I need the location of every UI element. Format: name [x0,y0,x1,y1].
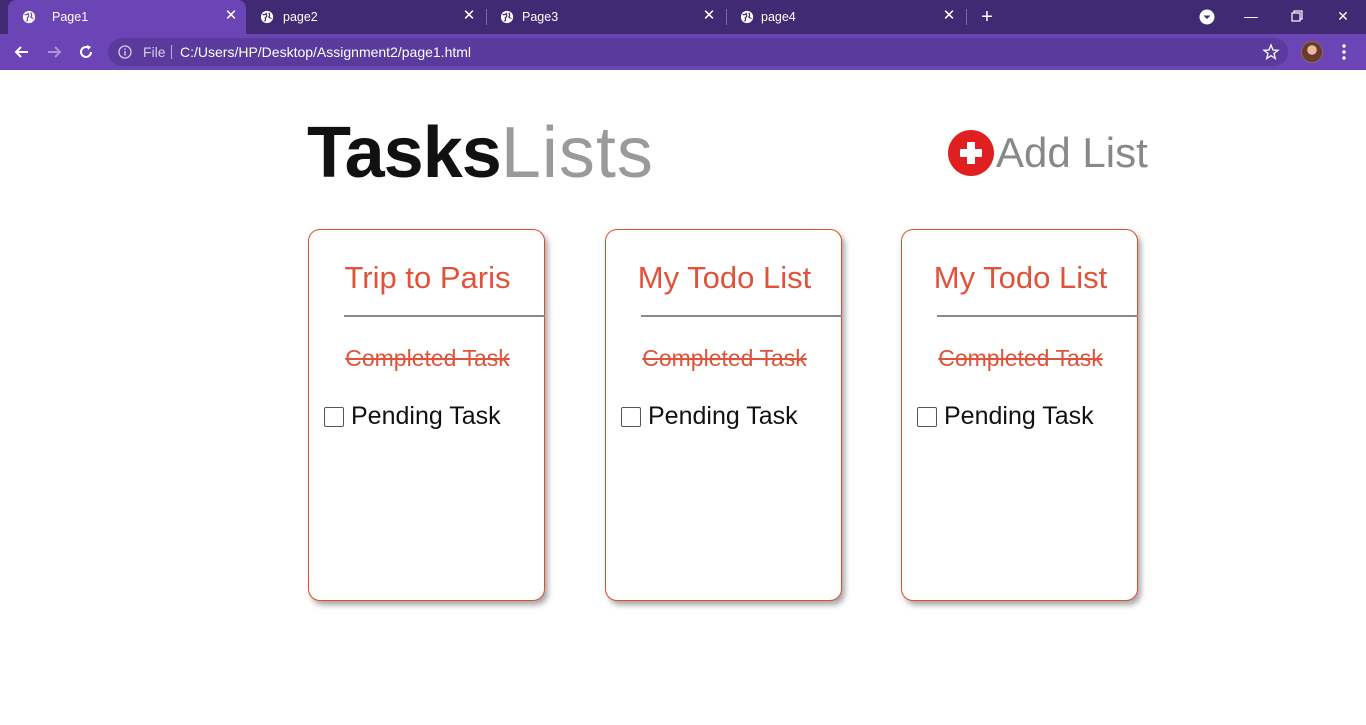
completed-task[interactable]: Completed Task [309,345,546,372]
tab-separator [966,9,967,25]
close-tab-icon[interactable]: ✕ [702,8,716,23]
tab-page4[interactable]: page4 ✕ [726,0,967,34]
new-tab-icon[interactable]: + [977,7,997,27]
close-tab-icon[interactable]: ✕ [224,8,238,23]
task-checkbox[interactable] [324,406,344,427]
pending-task-label: Pending Task [648,402,798,430]
browser-tab-strip: Page1 ✕ page2 ✕ Page3 ✕ page4 ✕ + — ✕ [0,0,1366,34]
plus-circle-icon[interactable] [948,130,994,176]
tab-title: page4 [761,10,796,24]
restore-icon[interactable] [1287,6,1307,26]
url-text[interactable]: C:/Users/HP/Desktop/Assignment2/page1.ht… [180,44,471,60]
kebab-menu-icon[interactable] [1336,43,1352,61]
window-close-icon[interactable]: ✕ [1333,6,1353,26]
address-bar[interactable]: File C:/Users/HP/Desktop/Assignment2/pag… [108,38,1288,66]
pending-task-label: Pending Task [944,402,1094,430]
title-tasks: Tasks [307,113,502,193]
list-card: My Todo List Completed Task Pending Task [605,229,842,601]
list-title: My Todo List [637,260,812,295]
completed-task[interactable]: Completed Task [902,345,1139,372]
list-card: My Todo List Completed Task Pending Task [901,229,1138,601]
close-tab-icon[interactable]: ✕ [942,8,956,23]
back-arrow-icon[interactable] [12,42,32,62]
profile-avatar[interactable] [1301,41,1323,63]
pending-task-item[interactable]: Pending Task [917,402,1094,431]
completed-task[interactable]: Completed Task [606,345,843,372]
list-title: My Todo List [933,260,1108,295]
address-separator [171,45,172,59]
globe-icon [500,10,514,24]
close-tab-icon[interactable]: ✕ [462,8,476,23]
list-card: Trip to Paris Completed Task Pending Tas… [308,229,545,601]
globe-icon [22,10,36,24]
list-title: Trip to Paris [344,260,511,295]
forward-arrow-icon[interactable] [44,42,64,62]
tab-title: page2 [283,10,318,24]
tab-title: Page3 [522,10,559,24]
tab-title: Page1 [52,10,89,24]
add-list-label[interactable]: Add List [996,130,1148,176]
title-lists: Lists [500,113,654,193]
tab-search-icon[interactable] [1199,9,1215,25]
scheme-label: File [143,44,166,60]
page-title: TasksLists [307,116,654,190]
globe-icon [260,10,274,24]
reload-icon[interactable] [76,42,96,62]
info-icon[interactable] [118,45,132,59]
title-divider [937,315,1138,317]
tab-page1[interactable]: Page1 ✕ [8,0,246,34]
title-divider [641,315,842,317]
browser-toolbar: File C:/Users/HP/Desktop/Assignment2/pag… [0,34,1366,70]
add-list-button[interactable]: Add List [948,130,1148,176]
task-checkbox[interactable] [621,406,641,427]
tab-page2[interactable]: page2 ✕ [246,0,487,34]
bookmark-star-icon[interactable] [1262,43,1280,61]
task-checkbox[interactable] [917,406,937,427]
pending-task-label: Pending Task [351,402,501,430]
page-content: TasksLists Add List Trip to Paris Comple… [0,70,1366,725]
minimize-icon[interactable]: — [1241,6,1261,26]
title-divider [344,315,545,317]
pending-task-item[interactable]: Pending Task [621,402,798,431]
pending-task-item[interactable]: Pending Task [324,402,501,431]
tab-page3[interactable]: Page3 ✕ [486,0,727,34]
globe-icon [740,10,754,24]
